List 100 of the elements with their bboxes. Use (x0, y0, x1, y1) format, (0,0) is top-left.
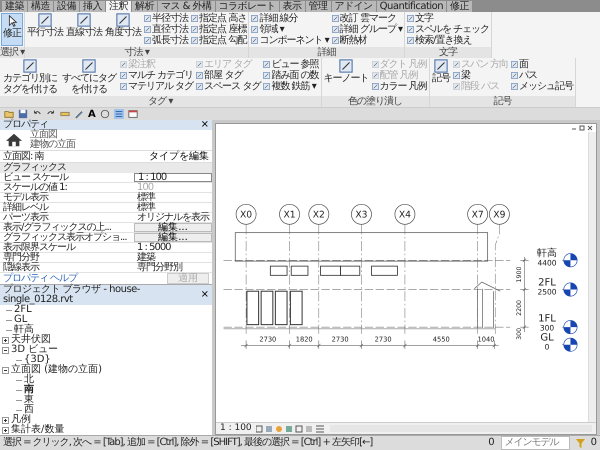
tree-item[interactable]: 2FL (14, 305, 32, 315)
view-control-icons[interactable] (256, 424, 326, 432)
ribbon-button[interactable]: 指定点 高さ (190, 13, 248, 24)
property-label: モデル表示 (2, 193, 50, 202)
slashed-square-icon (339, 59, 354, 73)
view-selector[interactable]: 立面図: 南 (3, 151, 44, 162)
ribbon-tab[interactable]: コラボレート (216, 1, 279, 12)
ribbon-button[interactable]: 指定点 座標 (190, 24, 248, 35)
ribbon-button[interactable]: 断熱材 (330, 35, 403, 46)
ribbon-tab[interactable]: アドイン (332, 1, 376, 12)
slashed-square-icon (38, 13, 52, 27)
ribbon-button[interactable]: 詳細 グループ ▾ (330, 24, 403, 35)
ribbon-button[interactable]: メッシュ記号 (510, 81, 574, 92)
collapse-icon[interactable] (2, 366, 9, 374)
type-name: 立面図 (30, 130, 57, 140)
slashed-square-icon (332, 15, 339, 22)
expand-icon[interactable] (2, 416, 9, 424)
ribbon-button[interactable]: 部屋 タグ (195, 70, 262, 81)
property-value: オリジナルを表示 (136, 213, 210, 222)
ribbon-button[interactable]: 面 (510, 59, 574, 70)
ribbon-button[interactable]: 文字 (406, 13, 490, 24)
property-field[interactable]: 1 : 100 (134, 173, 212, 182)
tree-item[interactable]: GL (14, 315, 28, 325)
edit-button[interactable]: 編集... (134, 233, 212, 242)
tree-item[interactable]: 南 (24, 385, 34, 395)
ribbon-button[interactable]: 複数 鉄筋 ▾ (262, 81, 320, 92)
tree-item[interactable]: 北 (24, 375, 34, 385)
ribbon-tab[interactable]: 建築 (2, 1, 27, 12)
ribbon-tab[interactable]: 設備 (54, 1, 79, 12)
ribbon-tab[interactable]: 挿入 (80, 1, 105, 12)
ribbon-button[interactable]: スペルを チェック (406, 24, 490, 35)
collapse-icon[interactable] (2, 346, 9, 354)
view-scale[interactable]: 1 : 100 (220, 423, 252, 434)
ribbon-button[interactable]: 半径寸法 (143, 13, 190, 24)
ribbon-tab[interactable]: 修正 (447, 1, 472, 12)
window-controls-icon[interactable] (571, 125, 593, 131)
ribbon-tab[interactable]: 管理 (306, 1, 331, 12)
level-name: 1FL (538, 313, 556, 324)
ribbon-button[interactable]: 角度寸法 (104, 13, 142, 46)
ribbon-tab[interactable]: マス & 外構 (158, 1, 215, 12)
ribbon-button[interactable]: 平行寸法 (26, 13, 64, 46)
ribbon-button[interactable]: すべてにタグを付ける (60, 59, 118, 95)
sphere-icon[interactable] (100, 109, 110, 119)
ribbon-tab[interactable]: Quantification (376, 1, 446, 12)
ribbon-button[interactable]: スペース タグ (195, 81, 262, 92)
window-icon[interactable] (128, 109, 138, 119)
ribbon-button[interactable]: キーノート (322, 59, 370, 95)
close-button[interactable]: × (200, 290, 209, 300)
ribbon-button[interactable]: カラー 凡例 (370, 81, 428, 92)
text-tool-button[interactable]: A (88, 108, 96, 120)
tree-item[interactable]: 3D ビュー (11, 345, 58, 355)
ribbon-button[interactable]: 記号 (430, 59, 451, 95)
ribbon-button[interactable]: 直線寸法 (65, 13, 104, 46)
expand-icon[interactable] (2, 336, 9, 344)
ribbon-button[interactable]: カテゴリ別にタグを付ける (1, 59, 59, 95)
grid-bubble: X1 (279, 204, 300, 225)
ribbon-button[interactable]: ビュー 参照 (262, 59, 320, 70)
ribbon-button[interactable]: 弧長寸法 (143, 35, 190, 46)
save-icon[interactable] (18, 109, 28, 119)
ribbon-button[interactable]: 梁 (452, 70, 509, 81)
expand-icon[interactable] (2, 426, 9, 434)
ribbon-tab[interactable]: 構造 (28, 1, 53, 12)
tree-item[interactable]: 立面図 (建物の立面) (11, 365, 102, 375)
ribbon-button[interactable]: 踏み面 の数 (262, 70, 320, 81)
door (274, 290, 288, 326)
ribbon-button[interactable]: 改訂 雲マーク (330, 13, 403, 24)
ribbon-button[interactable]: パス (510, 70, 574, 81)
model-dropdown[interactable]: メインモデル (500, 436, 570, 450)
list-icon[interactable] (114, 109, 124, 119)
panel-title: プロジェクト ブラウザ - house-single_0128.rvt (3, 285, 141, 305)
edit-button[interactable]: 編集... (134, 223, 212, 232)
ruler-icon[interactable] (60, 109, 70, 119)
edit-type-button[interactable]: タイプを編集 (149, 152, 209, 162)
ribbon-tab[interactable]: 解析 (132, 1, 157, 12)
ribbon-button[interactable]: マテリアル タグ (119, 81, 194, 92)
vertical-scrollbar[interactable] (588, 132, 596, 422)
ribbon-button[interactable]: 直径寸法 (143, 24, 190, 35)
close-button[interactable]: × (200, 120, 209, 130)
tree-item[interactable]: 凡例 (11, 415, 31, 425)
slashed-square-icon (23, 59, 37, 73)
ribbon-button[interactable]: マルチ カテゴリ (119, 70, 194, 81)
ribbon-button[interactable]: 指定点 勾配 (190, 35, 248, 46)
tree-item[interactable]: 天井伏図 (11, 335, 51, 345)
ribbon-button[interactable]: 検索/置き換え (406, 35, 490, 46)
ribbon-tab[interactable]: 注釈 (106, 1, 131, 12)
tree-item[interactable]: {3D} (24, 355, 51, 365)
ribbon-button[interactable]: コンポーネント ▾ (250, 35, 330, 46)
tree-item[interactable]: 東 (24, 395, 34, 405)
help-link[interactable]: プロパティ ヘルプ (3, 273, 78, 284)
tree-item[interactable]: 西 (24, 405, 34, 415)
panel-title: タグ ▾ (0, 96, 321, 107)
tree-item[interactable]: 軒高 (14, 325, 34, 335)
grid-bubble: X3 (351, 204, 372, 225)
ribbon-button[interactable]: 領域 ▾ (250, 24, 330, 35)
ribbon-button[interactable]: 詳細 線分 (250, 13, 330, 24)
modify-tool-button[interactable]: 修正 (1, 13, 23, 46)
slashed-square-icon (263, 72, 270, 79)
slashed-square-icon (452, 83, 460, 90)
tree-item[interactable]: 集計表/数量 (11, 425, 64, 435)
ribbon-tab[interactable]: 表示 (280, 1, 305, 12)
